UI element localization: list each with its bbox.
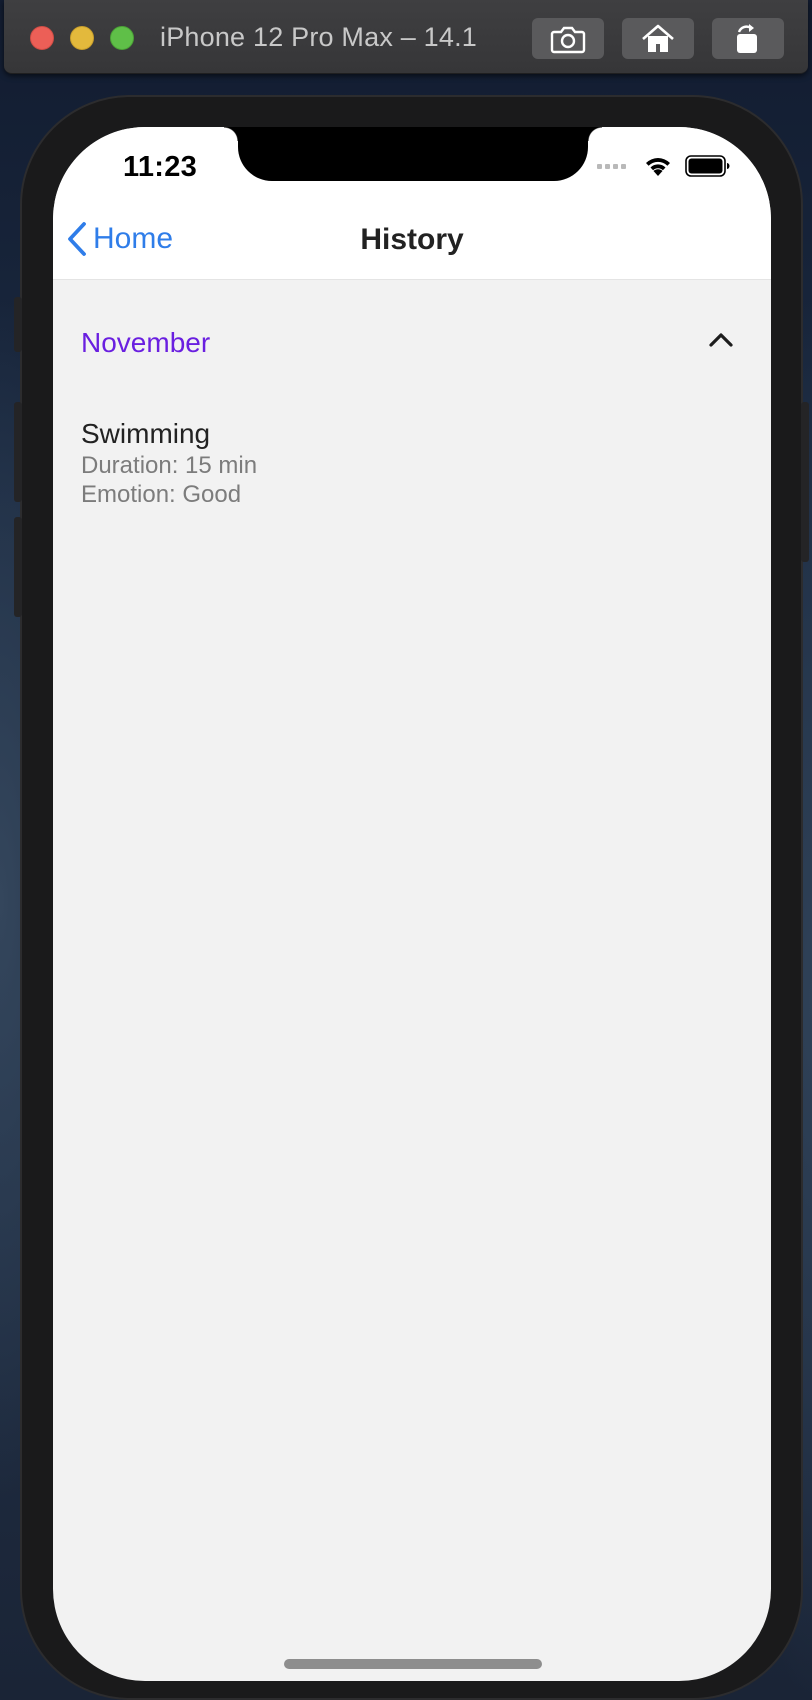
battery-icon [685, 155, 730, 177]
window-minimize-button[interactable] [70, 26, 94, 50]
side-button [801, 402, 809, 562]
entry-duration: Duration: 15 min [81, 452, 258, 479]
home-button[interactable] [622, 18, 694, 59]
screenshot-button[interactable] [532, 18, 604, 59]
home-icon [642, 24, 674, 52]
camera-icon [550, 26, 586, 53]
entry-activity: Swimming [81, 418, 211, 449]
chevron-up-icon[interactable] [708, 332, 734, 348]
app-screen: 11:23 Home History November Swimming Dur… [53, 127, 771, 1681]
section-header-november[interactable]: November [53, 280, 771, 400]
rotate-icon [737, 23, 757, 53]
notch [224, 127, 602, 181]
page-title: History [360, 223, 464, 256]
status-time: 11:23 [123, 151, 198, 183]
simulator-toolbar: iPhone 12 Pro Max – 14.1 [4, 0, 808, 74]
navigation-bar: 11:23 Home History [53, 127, 771, 280]
volume-up-button [14, 402, 22, 502]
simulator-title: iPhone 12 Pro Max – 14.1 [160, 22, 478, 52]
rotate-button[interactable] [712, 18, 784, 59]
silent-switch [14, 297, 22, 352]
section-title: November [81, 327, 211, 358]
entry-emotion: Emotion: Good [81, 481, 242, 508]
list-item[interactable]: Swimming Duration: 15 min Emotion: Good [81, 417, 257, 509]
home-indicator[interactable] [284, 1659, 542, 1669]
window-close-button[interactable] [30, 26, 54, 50]
volume-down-button [14, 517, 22, 617]
window-zoom-button[interactable] [110, 26, 134, 50]
signal-icon [597, 163, 629, 169]
status-icons [597, 155, 731, 177]
wifi-icon [646, 158, 670, 176]
